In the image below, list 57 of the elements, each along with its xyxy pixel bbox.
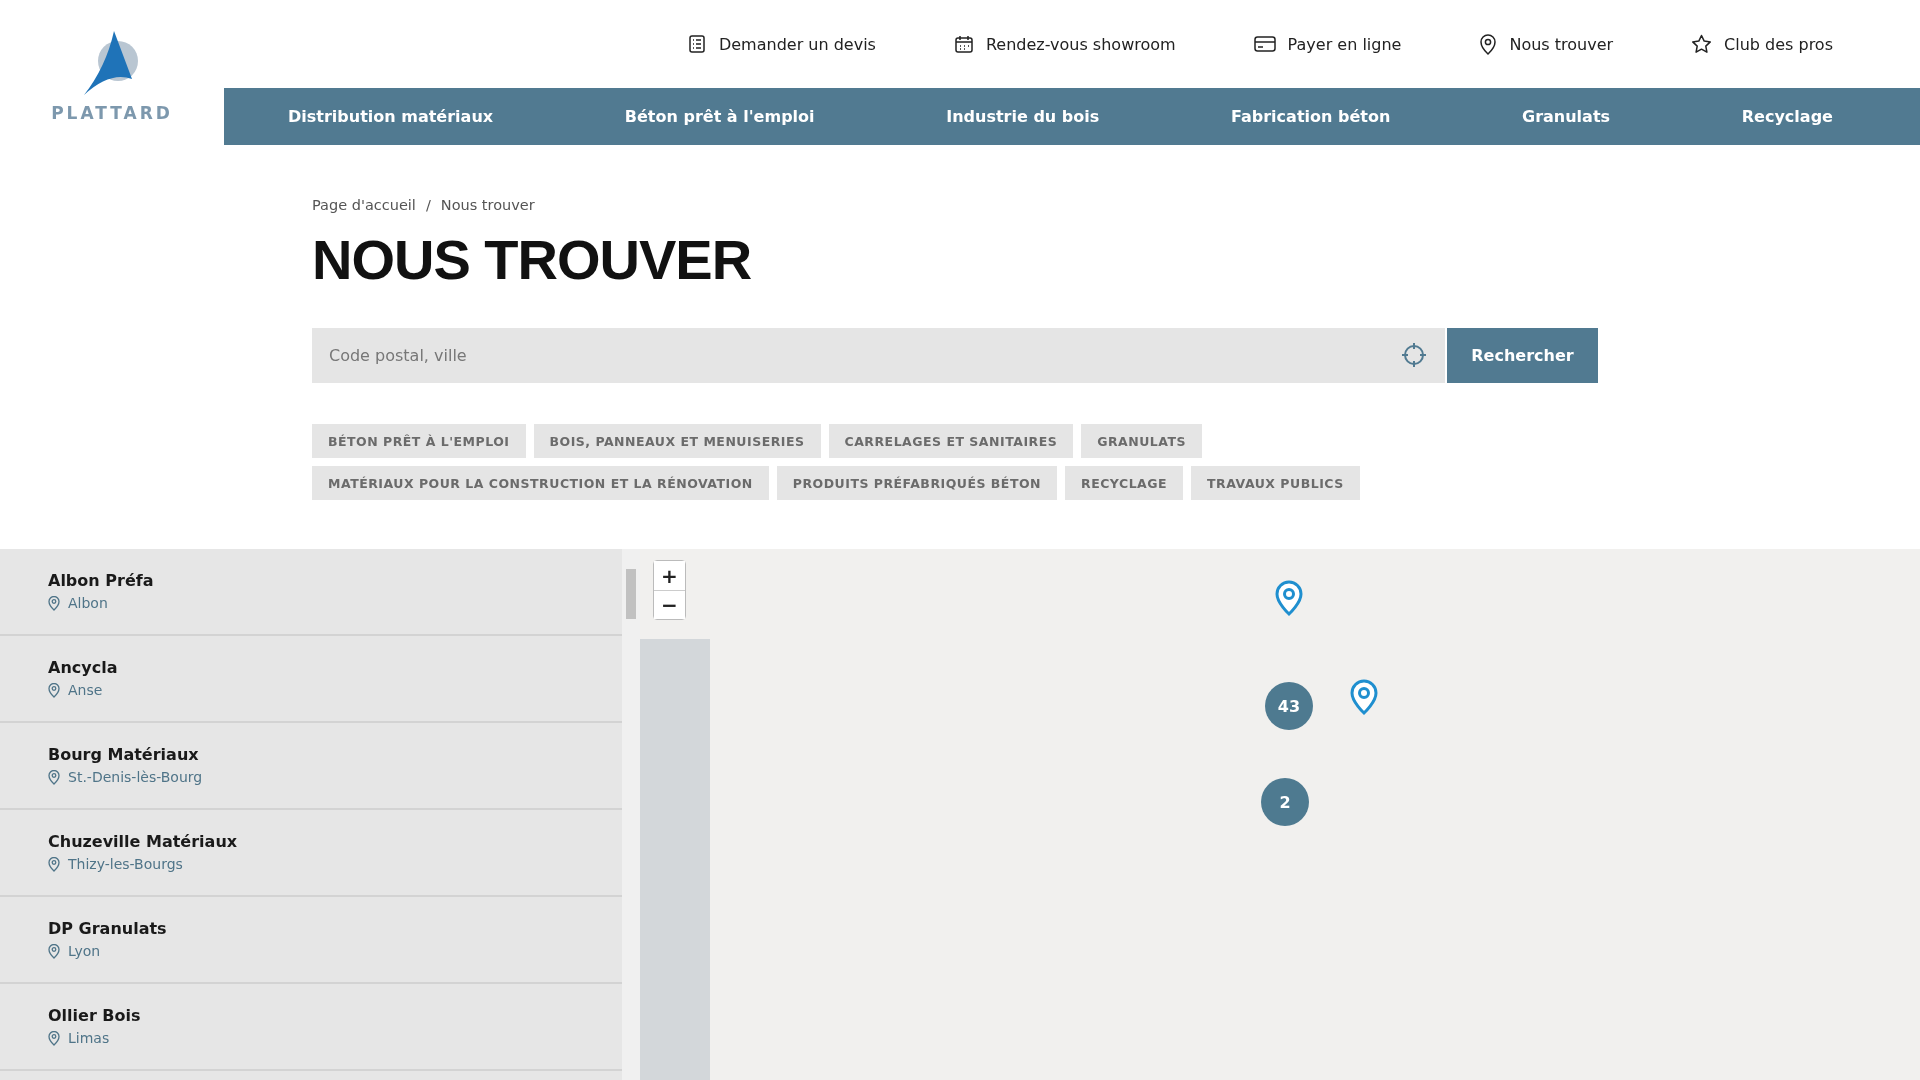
category-filter-tag[interactable]: PRODUITS PRÉFABRIQUÉS BÉTON bbox=[776, 466, 1058, 500]
store-city: Thizy-les-Bourgs bbox=[68, 856, 183, 872]
header-link[interactable]: Demander un devis bbox=[686, 34, 876, 54]
calendar-icon bbox=[953, 34, 974, 54]
marker-cluster[interactable]: 43 bbox=[1265, 682, 1313, 730]
category-filter-tag[interactable]: GRANULATS bbox=[1081, 424, 1203, 458]
location-pin-icon bbox=[48, 856, 60, 872]
brand-name: PLATTARD bbox=[51, 103, 173, 123]
store-city: Limas bbox=[68, 1030, 110, 1046]
location-pin-icon bbox=[48, 1030, 60, 1046]
zoom-out-button[interactable]: − bbox=[654, 590, 685, 619]
category-filter-tag[interactable]: CARRELAGES ET SANITAIRES bbox=[828, 424, 1074, 458]
star-icon bbox=[1691, 34, 1713, 54]
nav-link[interactable]: Fabrication béton bbox=[1231, 107, 1391, 126]
store-name[interactable]: Bourg Matériaux bbox=[48, 745, 622, 764]
credit-card-icon bbox=[1253, 35, 1276, 53]
nav-link[interactable]: Granulats bbox=[1522, 107, 1611, 126]
store-name[interactable]: Ancycla bbox=[48, 658, 622, 677]
map-pin-icon[interactable] bbox=[1275, 580, 1303, 616]
breadcrumb-link[interactable]: Nous trouver bbox=[440, 197, 535, 213]
breadcrumb-link[interactable]: Page d'accueil bbox=[312, 197, 416, 213]
location-pin-icon bbox=[48, 769, 60, 785]
category-filter-tag[interactable]: BOIS, PANNEAUX ET MENUISERIES bbox=[533, 424, 821, 458]
nav-link[interactable]: Béton prêt à l'emploi bbox=[624, 107, 815, 126]
location-pin-icon bbox=[48, 943, 60, 959]
category-filter-tag[interactable]: TRAVAUX PUBLICS bbox=[1191, 466, 1360, 500]
store-name[interactable]: Ollier Bois bbox=[48, 1006, 622, 1025]
nav-link[interactable]: Distribution matériaux bbox=[288, 107, 494, 126]
header-link[interactable]: Nous trouver bbox=[1479, 33, 1614, 55]
search-field[interactable]: Code postal, ville bbox=[312, 328, 1445, 383]
locate-me-icon[interactable] bbox=[1401, 342, 1427, 368]
category-filter-tag[interactable]: RECYCLAGE bbox=[1065, 466, 1184, 500]
category-filter-tag[interactable]: BÉTON PRÊT À L'EMPLOI bbox=[312, 424, 526, 458]
nav-link[interactable]: Industrie du bois bbox=[946, 107, 1100, 126]
map-view[interactable]: + − 43 2 bbox=[640, 549, 1920, 1080]
header-link[interactable]: Payer en ligne bbox=[1253, 34, 1402, 54]
store-city: Anse bbox=[68, 682, 103, 698]
store-name[interactable]: Albon Préfa bbox=[48, 571, 622, 590]
map-pin-icon[interactable] bbox=[1350, 679, 1378, 715]
form-icon bbox=[686, 34, 707, 54]
marker-cluster[interactable]: 2 bbox=[1261, 778, 1309, 826]
store-city: Lyon bbox=[68, 943, 101, 959]
nav-link[interactable]: Recyclage bbox=[1741, 107, 1833, 126]
page-title: NOUS TROUVER bbox=[312, 227, 753, 293]
header-link[interactable]: Rendez-vous showroom bbox=[953, 34, 1176, 54]
location-pin-icon bbox=[1479, 33, 1498, 55]
store-name[interactable]: Chuzeville Matériaux bbox=[48, 832, 622, 851]
breadcrumb-separator: / bbox=[425, 197, 431, 213]
search-button[interactable]: Rechercher bbox=[1447, 328, 1598, 383]
scrollbar[interactable] bbox=[622, 549, 640, 1080]
store-name[interactable]: DP Granulats bbox=[48, 919, 622, 938]
header-link[interactable]: Club des pros bbox=[1691, 34, 1833, 54]
category-filter-tag[interactable]: MATÉRIAUX POUR LA CONSTRUCTION ET LA RÉNOVATION bbox=[312, 466, 769, 500]
store-city: Albon bbox=[68, 595, 108, 611]
location-pin-icon bbox=[48, 682, 60, 698]
location-pin-icon bbox=[48, 595, 60, 611]
store-city: St.-Denis-lès-Bourg bbox=[68, 769, 203, 785]
